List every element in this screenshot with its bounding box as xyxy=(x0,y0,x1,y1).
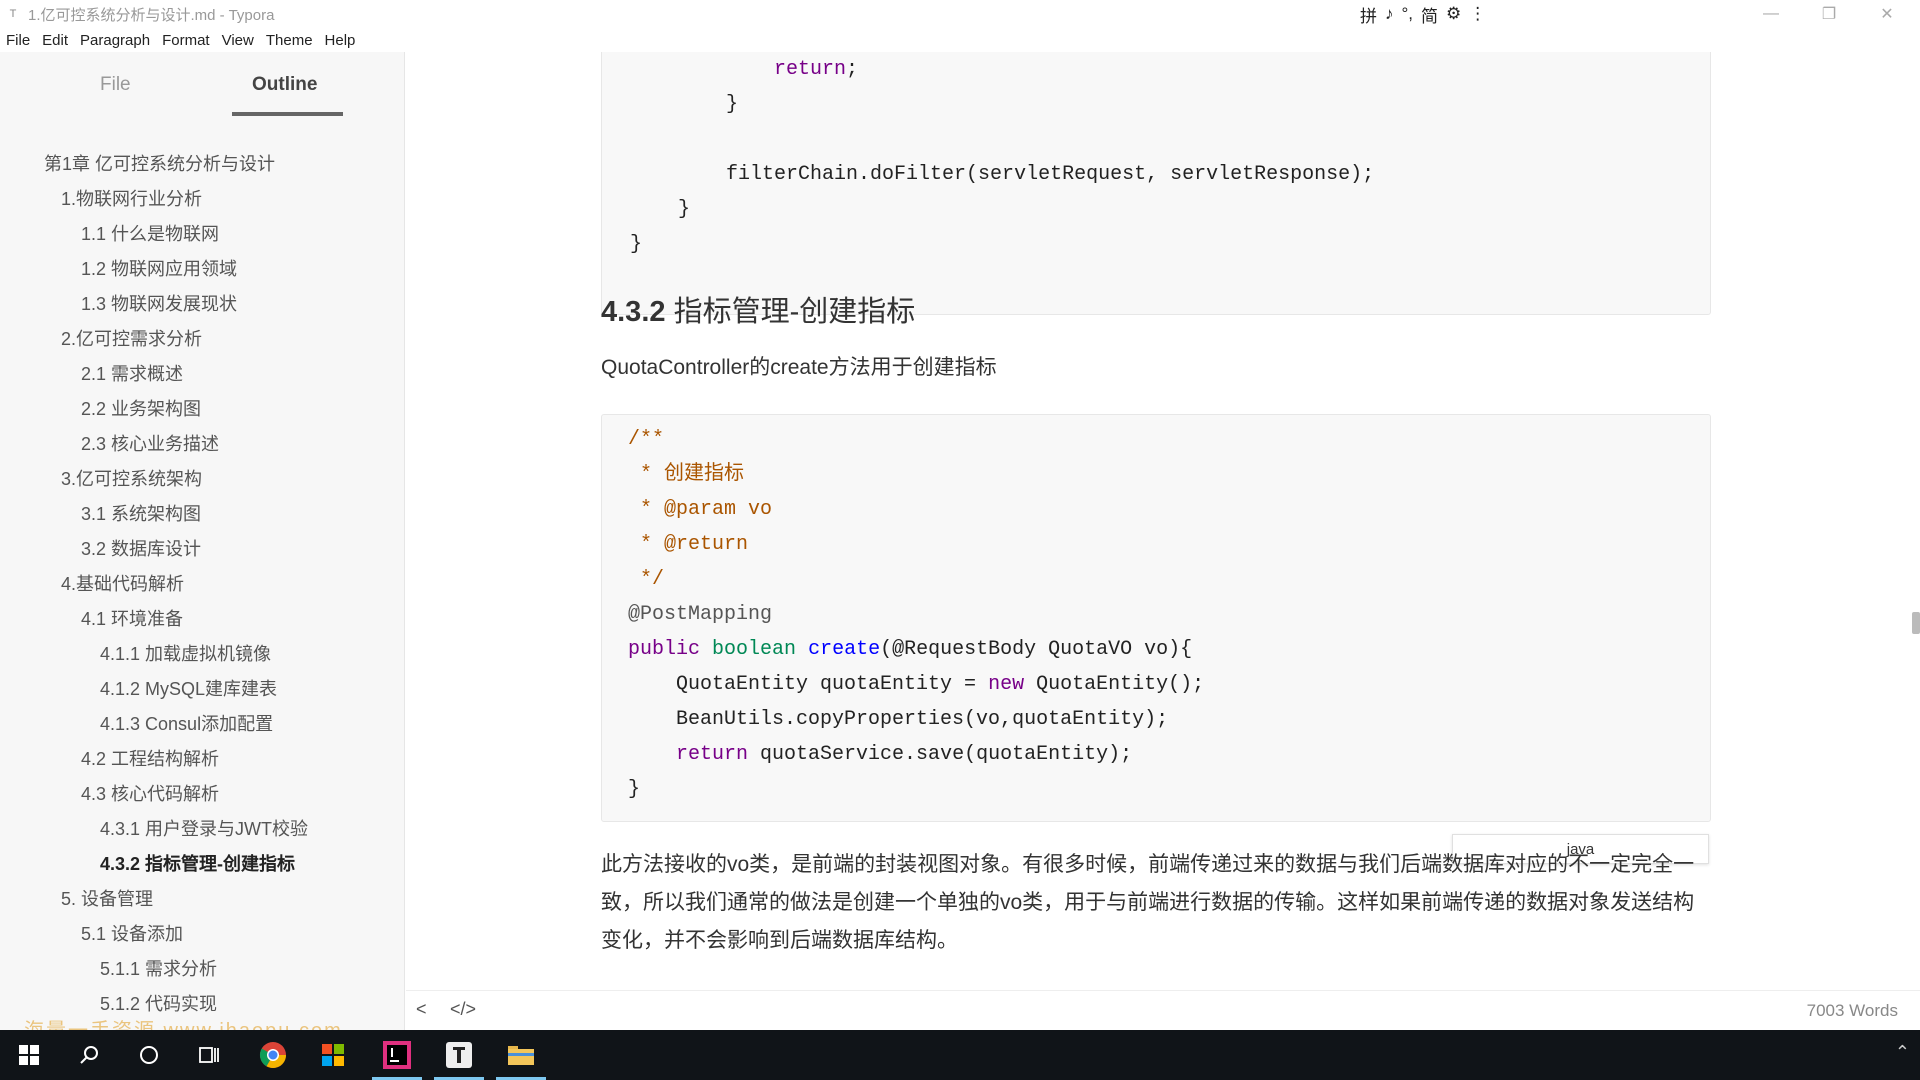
menu-file[interactable]: File xyxy=(6,32,30,49)
menu-paragraph[interactable]: Paragraph xyxy=(80,32,150,49)
menu-bar: File Edit Paragraph Format View Theme He… xyxy=(0,28,1920,52)
outline-item[interactable]: 4.3 核心代码解析 xyxy=(81,779,219,809)
menu-theme[interactable]: Theme xyxy=(266,32,313,49)
cortana-icon[interactable] xyxy=(120,1030,178,1080)
code-line: filterChain.doFilter(servletRequest, ser… xyxy=(630,163,1375,186)
code-line: /** xyxy=(628,428,665,451)
ime-more-icon[interactable]: ⋮ xyxy=(1469,4,1486,24)
code-line: QuotaEntity quotaEntity = new QuotaEntit… xyxy=(628,673,1205,696)
ime-pinyin-icon[interactable]: 拼 xyxy=(1360,2,1377,27)
intro-paragraph: QuotaController的create方法用于创建指标 xyxy=(601,356,997,379)
ime-moon-icon[interactable]: ♪ xyxy=(1385,4,1394,24)
code-line: * 创建指标 xyxy=(628,463,745,486)
outline-item[interactable]: 4.1.2 MySQL建库建表 xyxy=(100,674,277,704)
word-count[interactable]: 7003 Words xyxy=(1807,1001,1898,1021)
window-title: 1.亿可控系统分析与设计.md - Typora xyxy=(28,6,275,24)
outline-item[interactable]: 1.3 物联网发展现状 xyxy=(81,289,237,319)
outline-item[interactable]: 5. 设备管理 xyxy=(61,884,153,914)
ime-simplified-icon[interactable]: 简 xyxy=(1421,2,1438,27)
outline-item[interactable]: 2.3 核心业务描述 xyxy=(81,429,219,459)
outline-item[interactable]: 1.2 物联网应用领域 xyxy=(81,254,237,284)
code-line: } xyxy=(628,778,641,801)
outline-item[interactable]: 3.2 数据库设计 xyxy=(81,534,201,564)
outline-item[interactable]: 3.亿可控系统架构 xyxy=(61,464,202,494)
status-bar: < </> 7003 Words xyxy=(406,990,1920,1030)
outline-item[interactable]: 4.3.2 指标管理-创建指标 xyxy=(100,849,295,879)
editor-scrollbar[interactable] xyxy=(1912,612,1920,634)
outline-item[interactable]: 4.2 工程结构解析 xyxy=(81,744,219,774)
code-block-filter[interactable]: return; } filterChain.doFilter(servletRe… xyxy=(601,52,1711,315)
code-line: BeanUtils.copyProperties(vo,quotaEntity)… xyxy=(628,708,1169,731)
code-line: * @return xyxy=(628,533,749,556)
code-line: } xyxy=(630,233,643,256)
code-line: return quotaService.save(quotaEntity); xyxy=(676,743,1133,766)
code-line: } xyxy=(630,93,739,116)
toggle-sidebar-icon[interactable]: < xyxy=(416,999,427,1020)
tray-expand-icon[interactable]: ⌃ xyxy=(1895,1042,1910,1063)
watermark: 海量一手资源 www.ihaopu.com xyxy=(24,1014,343,1030)
title-bar: T 1.亿可控系统分析与设计.md - Typora 拼 ♪ °, 简 ⚙ ⋮ … xyxy=(0,0,1920,28)
outline-item[interactable]: 5.1.1 需求分析 xyxy=(100,954,217,984)
editor[interactable]: return; } filterChain.doFilter(servletRe… xyxy=(406,52,1920,988)
store-icon[interactable] xyxy=(304,1030,362,1080)
ime-punct-icon[interactable]: °, xyxy=(1402,4,1414,24)
code-line: } xyxy=(630,198,691,221)
outline-item[interactable]: 1.物联网行业分析 xyxy=(61,184,202,214)
outline-item[interactable]: 4.3.1 用户登录与JWT校验 xyxy=(100,814,308,844)
typora-app-icon: T xyxy=(9,8,17,20)
menu-format[interactable]: Format xyxy=(162,32,210,49)
tab-outline[interactable]: Outline xyxy=(252,74,317,96)
outline-item[interactable]: 5.1 设备添加 xyxy=(81,919,183,949)
menu-help[interactable]: Help xyxy=(325,32,356,49)
code-line: * @param vo xyxy=(628,498,773,521)
search-icon[interactable] xyxy=(60,1030,118,1080)
task-view-icon[interactable] xyxy=(180,1030,238,1080)
start-icon[interactable] xyxy=(0,1030,58,1080)
outline-item[interactable]: 3.1 系统架构图 xyxy=(81,499,201,529)
active-tab-indicator xyxy=(232,112,343,116)
chrome-icon[interactable] xyxy=(244,1030,302,1080)
typora-icon[interactable] xyxy=(430,1030,488,1080)
code-line: public boolean create(@RequestBody Quota… xyxy=(628,638,1193,661)
sidebar: File Outline 第1章 亿可控系统分析与设计 1.物联网行业分析 1.1 … xyxy=(0,52,405,1030)
code-line: */ xyxy=(628,568,665,591)
sidebar-tabs: File Outline xyxy=(0,74,404,116)
body-paragraph: 此方法接收的vo类，是前端的封装视图对象。有很多时候，前端传递过来的数据与我们后… xyxy=(601,853,1695,952)
heading-number: 4.3.2 xyxy=(601,296,666,328)
ime-toolbar: 拼 ♪ °, 简 ⚙ ⋮ xyxy=(1360,2,1486,27)
ime-settings-icon[interactable]: ⚙ xyxy=(1446,4,1461,24)
outline-item[interactable]: 4.1.1 加载虚拟机镜像 xyxy=(100,639,271,669)
outline-item[interactable]: 2.2 业务架构图 xyxy=(81,394,201,424)
source-mode-icon[interactable]: </> xyxy=(450,999,476,1020)
minimize-icon[interactable]: — xyxy=(1742,0,1800,28)
outline-item[interactable]: 4.1.3 Consul添加配置 xyxy=(100,709,273,739)
code-block-create[interactable]: /** * 创建指标 * @param vo * @return */ @Post… xyxy=(601,414,1711,822)
outline-item[interactable]: 2.亿可控需求分析 xyxy=(61,324,202,354)
taskbar: ⌃ xyxy=(0,1030,1920,1080)
restore-icon[interactable]: ❐ xyxy=(1800,0,1858,28)
code-line: return; xyxy=(774,58,859,81)
outline-item[interactable]: 第1章 亿可控系统分析与设计 xyxy=(44,149,275,179)
heading-text: 指标管理-创建指标 xyxy=(673,296,916,328)
heading-4-3-2: 4.3.2 指标管理-创建指标 xyxy=(601,288,915,330)
intellij-icon[interactable] xyxy=(368,1030,426,1080)
close-icon[interactable]: ✕ xyxy=(1858,0,1916,28)
outline-item[interactable]: 1.1 什么是物联网 xyxy=(81,219,219,249)
tab-file[interactable]: File xyxy=(100,74,131,96)
outline-item[interactable]: 2.1 需求概述 xyxy=(81,359,183,389)
file-explorer-icon[interactable] xyxy=(492,1030,550,1080)
menu-edit[interactable]: Edit xyxy=(42,32,68,49)
outline-item[interactable]: 4.基础代码解析 xyxy=(61,569,184,599)
code-line: @PostMapping xyxy=(628,603,773,626)
outline-item[interactable]: 4.1 环境准备 xyxy=(81,604,183,634)
menu-view[interactable]: View xyxy=(222,32,254,49)
